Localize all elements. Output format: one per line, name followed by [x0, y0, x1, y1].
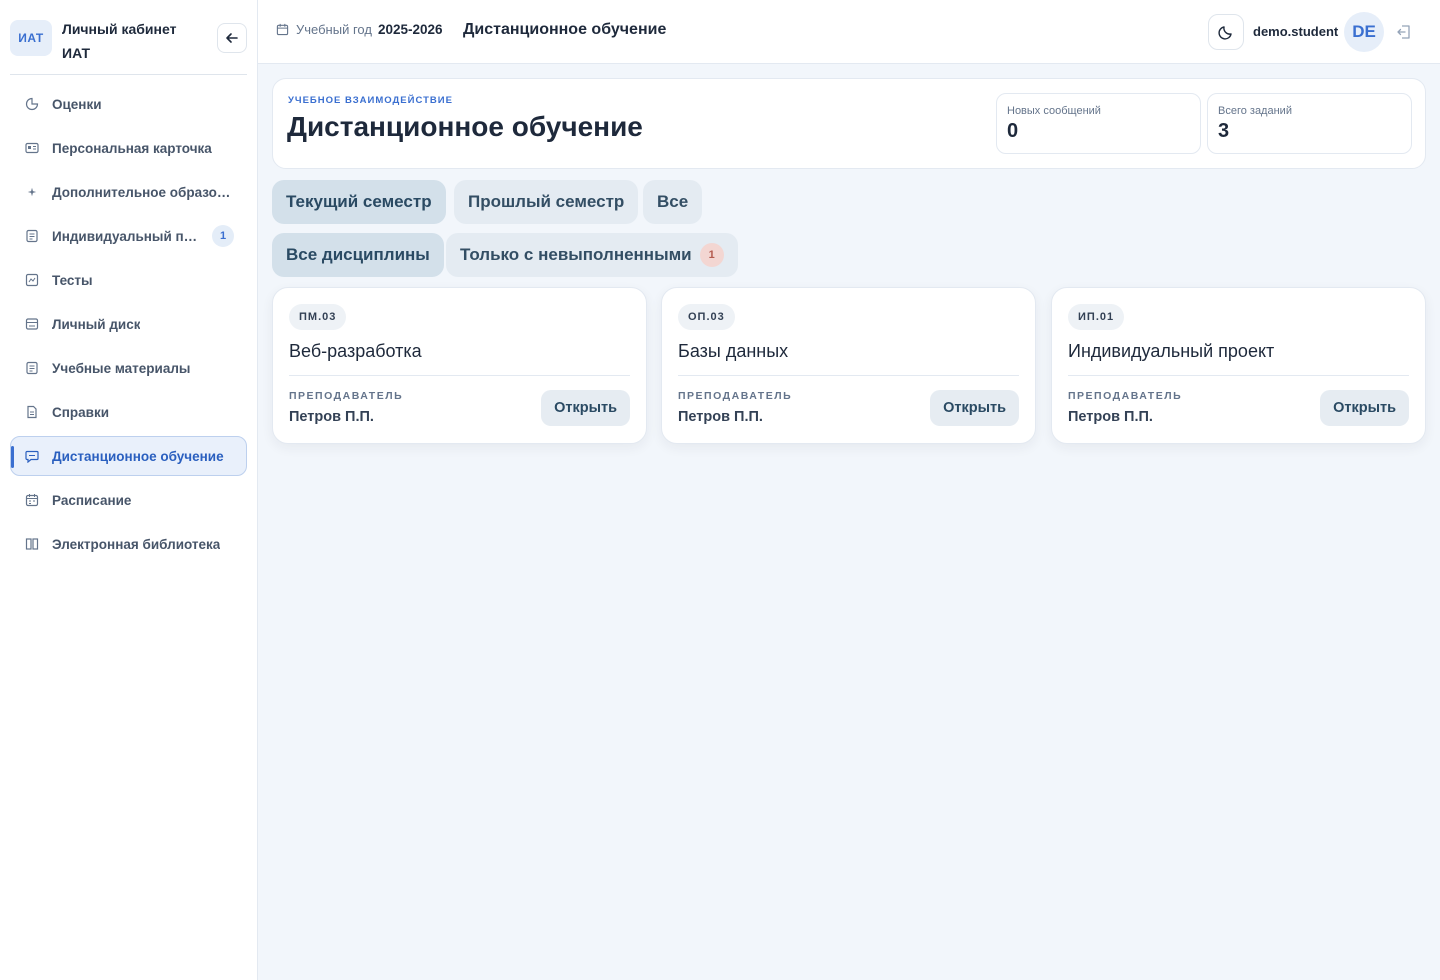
sidebar-item-label: Справки — [52, 404, 110, 420]
sidebar-item-e-library[interactable]: Электронная библиотека — [10, 524, 247, 564]
sidebar: ИАТ Личный кабинет ИАТ Оценки Персональн… — [0, 0, 258, 980]
sparkle-icon — [25, 185, 39, 199]
open-course-button[interactable]: Открыть — [1320, 390, 1409, 426]
filter-all-disciplines[interactable]: Все дисциплины — [272, 233, 444, 277]
course-code: ОП.03 — [678, 304, 735, 330]
sidebar-item-personal-card[interactable]: Персональная карточка — [10, 128, 247, 168]
id-card-icon — [25, 141, 39, 155]
sidebar-item-individual-project[interactable]: Индивидуальный пр... 1 — [10, 216, 247, 256]
logout-button[interactable] — [1394, 22, 1414, 42]
sidebar-item-label: Электронная библиотека — [52, 536, 221, 552]
course-card: ОП.03 Базы данных ПРЕПОДАВАТЕЛЬ Петров П… — [661, 287, 1036, 444]
stat-value: 3 — [1218, 120, 1230, 142]
filter-previous-semester[interactable]: Прошлый семестр — [454, 180, 639, 224]
page-title: Дистанционное обучение — [287, 111, 643, 142]
open-course-button[interactable]: Открыть — [541, 390, 630, 426]
filter-only-pending[interactable]: Только с невыполненными 1 — [446, 233, 738, 277]
course-code: ПМ.03 — [289, 304, 347, 330]
materials-icon — [25, 361, 39, 375]
course-card: ИП.01 Индивидуальный проект ПРЕПОДАВАТЕЛ… — [1051, 287, 1426, 444]
brand-title: Личный кабинет ИАТ — [62, 21, 177, 61]
calendar-icon — [276, 23, 289, 36]
course-name: Веб-разработка — [289, 341, 422, 361]
grades-icon — [25, 97, 39, 111]
academic-year-value: 2025-2026 — [377, 22, 443, 37]
sidebar-item-grades[interactable]: Оценки — [10, 84, 247, 124]
sidebar-nav: Оценки Персональная карточка Дополнитель… — [10, 84, 247, 568]
filter-all-semesters[interactable]: Все — [643, 180, 703, 224]
course-name: Индивидуальный проект — [1068, 341, 1275, 361]
test-icon — [25, 273, 39, 287]
username: demo.student — [1253, 24, 1339, 39]
teacher-name: Петров П.П. — [678, 409, 763, 425]
stat-label: Всего заданий — [1218, 105, 1292, 117]
course-name: Базы данных — [678, 341, 789, 361]
pending-count-badge: 1 — [699, 243, 724, 267]
sidebar-item-label: Дополнительное образов... — [52, 184, 232, 200]
moon-icon — [1218, 26, 1232, 40]
arrow-left-icon — [226, 33, 238, 43]
chat-icon — [25, 449, 39, 463]
collapse-sidebar-button[interactable] — [217, 23, 247, 53]
sidebar-item-label: Дистанционное обучение — [52, 448, 224, 464]
filter-current-semester[interactable]: Текущий семестр — [272, 180, 446, 224]
sidebar-item-additional-education[interactable]: Дополнительное образов... — [10, 172, 247, 212]
topbar-title: Дистанционное обучение — [463, 21, 667, 38]
library-icon — [25, 537, 39, 551]
stat-value: 0 — [1007, 120, 1019, 142]
notification-badge: 1 — [212, 225, 234, 247]
divider — [1068, 375, 1409, 376]
avatar[interactable]: DE — [1344, 12, 1384, 52]
divider — [289, 375, 630, 376]
open-course-button[interactable]: Открыть — [930, 390, 1019, 426]
stat-total-tasks: Всего заданий 3 — [1207, 93, 1412, 154]
document-icon — [25, 229, 39, 243]
brand-logo: ИАТ — [10, 20, 52, 56]
certificate-icon — [25, 405, 39, 419]
brand: ИАТ Личный кабинет ИАТ — [10, 14, 247, 75]
sidebar-item-label: Персональная карточка — [52, 140, 212, 156]
sidebar-item-personal-disk[interactable]: Личный диск — [10, 304, 247, 344]
sidebar-item-tests[interactable]: Тесты — [10, 260, 247, 300]
logout-icon — [1397, 25, 1410, 39]
divider — [678, 375, 1019, 376]
sidebar-item-label: Учебные материалы — [52, 360, 191, 376]
sidebar-item-label: Личный диск — [52, 316, 141, 332]
course-code: ИП.01 — [1068, 304, 1125, 330]
sidebar-item-schedule[interactable]: Расписание — [10, 480, 247, 520]
sidebar-item-label: Расписание — [52, 492, 132, 508]
sidebar-item-label: Индивидуальный пр... — [52, 228, 200, 244]
teacher-name: Петров П.П. — [1068, 409, 1153, 425]
sidebar-item-distance-learning[interactable]: Дистанционное обучение — [10, 436, 247, 476]
teacher-label: ПРЕПОДАВАТЕЛЬ — [678, 390, 793, 402]
sidebar-item-label: Оценки — [52, 96, 102, 112]
academic-year-label: Учебный год — [296, 22, 372, 37]
teacher-name: Петров П.П. — [289, 409, 374, 425]
topbar: Учебный год 2025-2026 Дистанционное обуч… — [258, 0, 1440, 64]
course-card: ПМ.03 Веб-разработка ПРЕПОДАВАТЕЛЬ Петро… — [272, 287, 647, 444]
page-eyebrow: УЧЕБНОЕ ВЗАИМОДЕЙСТВИЕ — [288, 95, 453, 106]
filter-only-pending-label: Только с невыполненными — [460, 245, 692, 264]
sidebar-item-label: Тесты — [52, 272, 93, 288]
sidebar-item-certificates[interactable]: Справки — [10, 392, 247, 432]
teacher-label: ПРЕПОДАВАТЕЛЬ — [1068, 390, 1183, 402]
calendar-icon — [25, 493, 39, 507]
disk-icon — [25, 317, 39, 331]
stat-new-messages: Новых сообщений 0 — [996, 93, 1201, 154]
sidebar-item-study-materials[interactable]: Учебные материалы — [10, 348, 247, 388]
stat-label: Новых сообщений — [1007, 105, 1101, 117]
teacher-label: ПРЕПОДАВАТЕЛЬ — [289, 390, 404, 402]
academic-year: Учебный год 2025-2026 — [276, 22, 443, 37]
page-header-card: УЧЕБНОЕ ВЗАИМОДЕЙСТВИЕ Дистанционное обу… — [272, 78, 1426, 169]
theme-toggle-button[interactable] — [1208, 14, 1244, 50]
